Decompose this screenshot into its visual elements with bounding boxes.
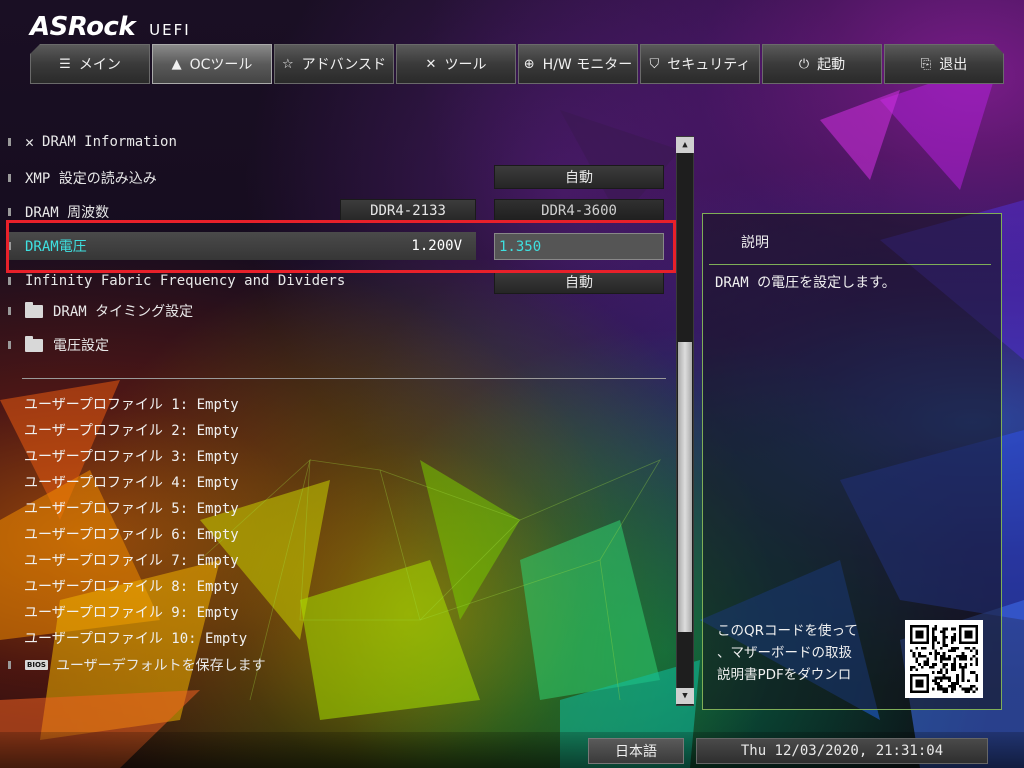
menu-item-voltage-settings[interactable]: 電圧設定 [8,332,109,358]
asrock-logo: ASRock UEFI [30,12,191,42]
scrollbar-thumb[interactable] [678,342,692,632]
user-profile-5[interactable]: ユーザープロファイル 5: Empty [24,496,239,520]
item-bullet [8,242,11,250]
menu-item-dram-timing[interactable]: DRAM タイミング設定 [8,298,193,324]
shield-icon: ⛉ [649,56,660,72]
item-bullet [8,341,11,349]
user-profile-1[interactable]: ユーザープロファイル 1: Empty [24,392,239,416]
item-bullet [8,208,11,216]
item-bullet [8,307,11,315]
user-profile-2[interactable]: ユーザープロファイル 2: Empty [24,418,239,442]
save-user-default[interactable]: BIOS ユーザーデフォルトを保存します [8,653,266,677]
dram-voltage-label: DRAM電圧 [25,239,87,255]
list-icon: ☰ [59,56,71,72]
tab-oc-tools[interactable]: ▲ OCツール [152,44,272,84]
datetime-display: Thu 12/03/2020, 21:31:04 [696,738,988,764]
star-icon: ☆ [281,56,294,72]
infinity-fabric-select[interactable]: 自動 [494,270,664,294]
dram-frequency-current: DDR4-2133 [340,199,476,223]
dram-voltage-current: 1.200V [411,238,462,254]
tab-security[interactable]: ⛉ セキュリティ [640,44,760,84]
main-tabs: ☰ メイン ▲ OCツール ☆ アドバンスド ✕ ツール ⊕ H/W モニター … [30,44,1004,84]
menu-item-dram-frequency[interactable]: DRAM 周波数 [8,199,109,225]
user-profile-3[interactable]: ユーザープロファイル 3: Empty [24,444,239,468]
triangle-up-icon: ▲ [682,140,688,150]
item-bullet [8,174,11,182]
tab-exit[interactable]: ⎘ 退出 [884,44,1004,84]
menu-item-dram-voltage[interactable]: DRAM電圧 1.200V [8,232,476,260]
description-panel: 説明 DRAM の電圧を設定します。 このQRコードを使って 、マザーボードの取… [702,213,1002,710]
user-profile-6[interactable]: ユーザープロファイル 6: Empty [24,522,239,546]
user-profile-7[interactable]: ユーザープロファイル 7: Empty [24,548,239,572]
dram-frequency-select[interactable]: DDR4-3600 [494,199,664,223]
tab-boot[interactable]: ⏻ 起動 [762,44,882,84]
tab-hw-monitor[interactable]: ⊕ H/W モニター [518,44,638,84]
rocket-icon: ▲ [171,56,182,72]
tools-icon: ✕ [25,133,35,151]
item-bullet [8,277,11,285]
description-text: DRAM の電圧を設定します。 [715,275,896,291]
scroll-up-button[interactable]: ▲ [676,137,694,153]
tab-advanced[interactable]: ☆ アドバンスド [274,44,394,84]
menu-item-xmp[interactable]: XMP 設定の読み込み [8,165,157,191]
user-profile-10[interactable]: ユーザープロファイル 10: Empty [24,626,247,650]
menu-item-dram-information[interactable]: ✕ DRAM Information [8,129,177,155]
item-bullet [8,138,11,146]
menu-item-infinity-fabric[interactable]: Infinity Fabric Frequency and Dividers [8,268,345,294]
folder-icon [25,301,43,318]
triangle-down-icon: ▼ [682,691,688,701]
user-profile-8[interactable]: ユーザープロファイル 8: Empty [24,574,239,598]
xmp-value-select[interactable]: 自動 [494,165,664,189]
qr-description: このQRコードを使って 、マザーボードの取扱 説明書PDFをダウンロ [717,623,858,683]
description-title: 説明 [741,235,769,251]
language-button[interactable]: 日本語 [588,738,684,764]
uefi-label: UEFI [149,21,191,39]
tab-main[interactable]: ☰ メイン [30,44,150,84]
user-profile-9[interactable]: ユーザープロファイル 9: Empty [24,600,239,624]
item-bullet [8,661,11,669]
bios-chip-icon: BIOS [25,660,48,670]
scroll-down-button[interactable]: ▼ [676,688,694,704]
exit-icon: ⎘ [920,56,932,72]
brand-name: ASRock [30,12,136,42]
tools-icon: ✕ [425,56,437,72]
folder-icon [25,335,43,352]
power-icon: ⏻ [798,56,810,72]
tab-tools[interactable]: ✕ ツール [396,44,516,84]
section-divider [22,378,666,379]
description-divider [709,264,991,265]
dram-voltage-input[interactable]: 1.350 [494,233,664,260]
globe-icon: ⊕ [523,56,535,72]
user-profile-4[interactable]: ユーザープロファイル 4: Empty [24,470,239,494]
qr-code-icon [905,620,983,698]
